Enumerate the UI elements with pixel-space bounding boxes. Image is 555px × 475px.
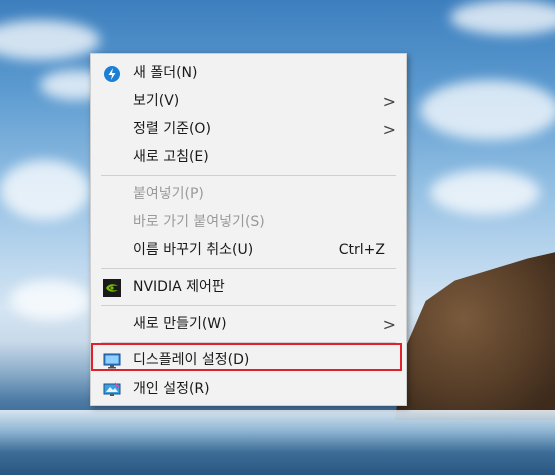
menu-item-personalize[interactable]: 개인 설정(R) (91, 376, 406, 403)
menu-item-shortcut: Ctrl+Z (338, 242, 385, 258)
menu-separator (101, 268, 396, 269)
menu-item-label: 보기(V) (133, 93, 180, 109)
menu-item-label: 붙여넣기(P) (133, 186, 204, 202)
menu-item-sort-by[interactable]: 정렬 기준(O) > (91, 116, 406, 143)
menu-item-refresh[interactable]: 새로 고침(E) (91, 144, 406, 171)
menu-item-new-folder[interactable]: 새 폴더(N) (91, 60, 406, 87)
submenu-arrow-icon: > (382, 92, 396, 111)
menu-separator (101, 175, 396, 176)
menu-item-nvidia-control-panel[interactable]: NVIDIA 제어판 (91, 274, 406, 301)
menu-item-view[interactable]: 보기(V) > (91, 88, 406, 115)
personalize-icon (103, 382, 121, 396)
cloud (10, 280, 90, 320)
new-folder-shield-icon (104, 66, 120, 82)
menu-item-new[interactable]: 새로 만들기(W) > (91, 311, 406, 338)
highlight-annotation-box (91, 343, 402, 371)
menu-item-label: 바로 가기 붙여넣기(S) (133, 214, 265, 230)
nvidia-icon (103, 279, 121, 297)
menu-item-label: 새로 고침(E) (133, 149, 209, 165)
menu-item-label: NVIDIA 제어판 (133, 279, 225, 295)
menu-item-label: 개인 설정(R) (133, 381, 210, 397)
menu-item-undo-rename[interactable]: 이름 바꾸기 취소(U) Ctrl+Z (91, 237, 406, 264)
cloud (430, 170, 540, 215)
cloud (0, 20, 100, 60)
menu-item-paste-shortcut[interactable]: 바로 가기 붙여넣기(S) (91, 209, 406, 236)
menu-separator (101, 305, 396, 306)
submenu-arrow-icon: > (382, 120, 396, 139)
menu-item-paste[interactable]: 붙여넣기(P) (91, 181, 406, 208)
rock-cliff (395, 250, 555, 420)
menu-item-label: 이름 바꾸기 취소(U) (133, 242, 254, 258)
submenu-arrow-icon: > (382, 315, 396, 334)
cloud (420, 80, 555, 140)
menu-item-label: 새로 만들기(W) (133, 316, 227, 332)
cloud (0, 160, 90, 220)
menu-item-label: 새 폴더(N) (133, 65, 198, 81)
cloud (450, 0, 555, 35)
ocean-waves (0, 410, 555, 475)
menu-item-label: 정렬 기준(O) (133, 121, 211, 137)
